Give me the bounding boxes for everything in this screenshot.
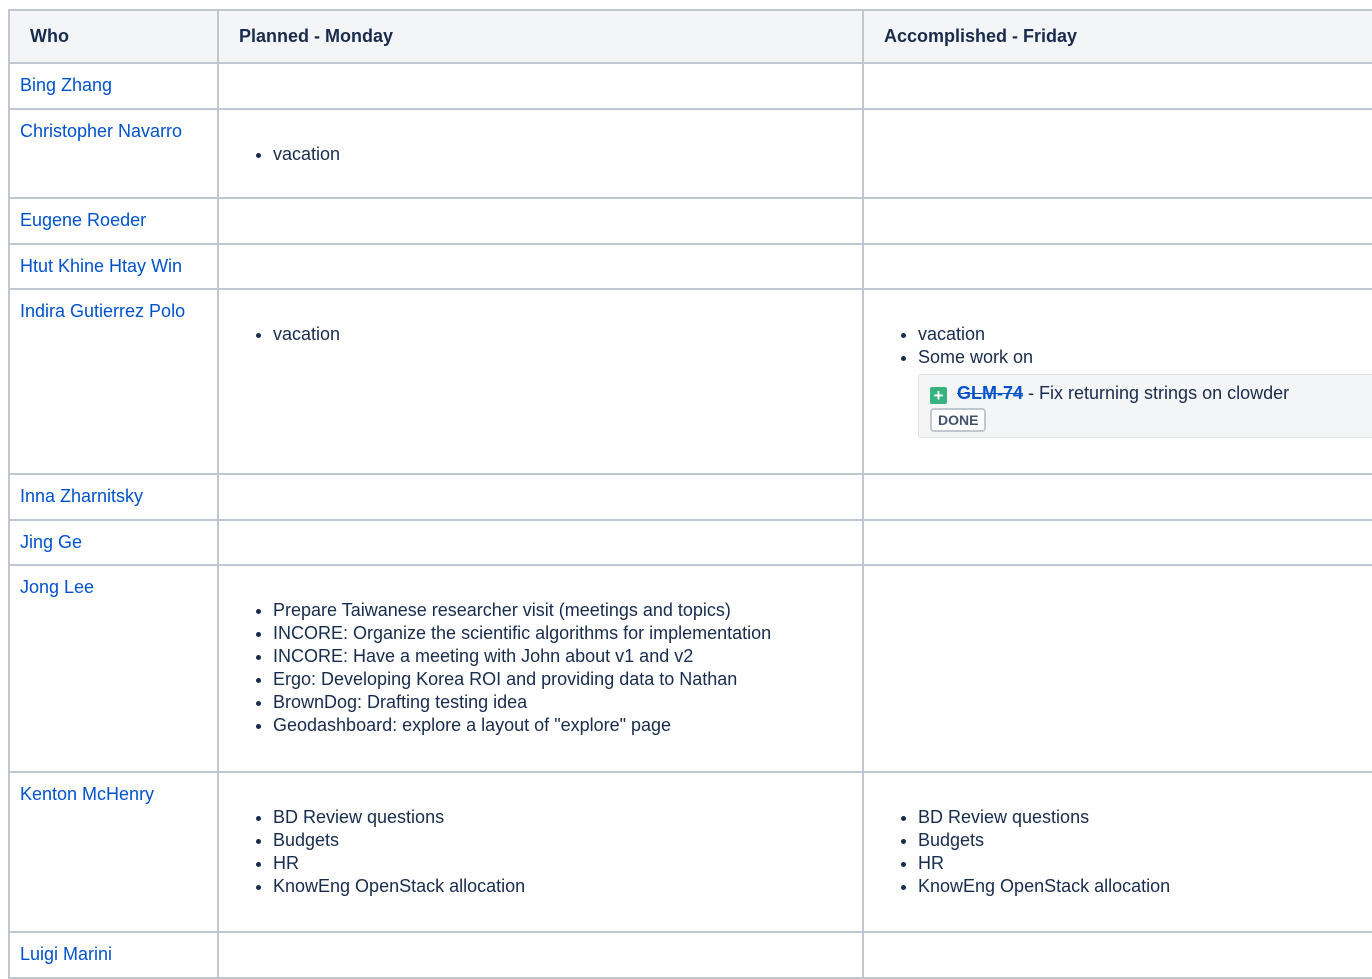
accomplished-cell	[862, 564, 1372, 773]
person-link[interactable]: Inna Zharnitsky	[20, 486, 143, 506]
who-cell: Kenton McHenry	[8, 771, 219, 933]
planned-cell	[217, 473, 864, 521]
list-item: HR	[273, 852, 862, 875]
who-cell: Eugene Roeder	[8, 197, 219, 245]
who-cell: Inna Zharnitsky	[8, 473, 219, 521]
list-item: KnowEng OpenStack allocation	[273, 875, 862, 898]
list-item: BD Review questions	[273, 806, 862, 829]
person-link[interactable]: Eugene Roeder	[20, 210, 146, 230]
planned-list: vacation	[219, 290, 862, 346]
accomplished-list: vacation Some work on	[864, 290, 1372, 369]
planned-cell	[217, 62, 864, 110]
who-cell: Indira Gutierrez Polo	[8, 288, 219, 475]
planned-cell: vacation	[217, 288, 864, 475]
list-item: KnowEng OpenStack allocation	[918, 875, 1372, 898]
list-item: vacation	[273, 143, 862, 166]
planned-cell	[217, 519, 864, 566]
table-row: Christopher Navarro vacation	[8, 108, 1372, 199]
column-header-accomplished: Accomplished - Friday	[862, 9, 1372, 64]
list-item: vacation	[273, 323, 862, 346]
list-item: BD Review questions	[918, 806, 1372, 829]
person-link[interactable]: Luigi Marini	[20, 944, 112, 964]
jira-issue-line: + GLM-74 - Fix returning strings on clowd…	[930, 380, 1367, 406]
list-item: INCORE: Have a meeting with John about v…	[273, 645, 862, 668]
header-row: Who Planned - Monday Accomplished - Frid…	[8, 9, 1372, 64]
table-row: Luigi Marini	[8, 931, 1372, 979]
accomplished-cell	[862, 108, 1372, 199]
list-item: vacation	[918, 323, 1372, 346]
who-cell: Bing Zhang	[8, 62, 219, 110]
planned-cell: Prepare Taiwanese researcher visit (meet…	[217, 564, 864, 773]
column-header-planned: Planned - Monday	[217, 9, 864, 64]
list-item: INCORE: Organize the scientific algorith…	[273, 622, 862, 645]
who-cell: Luigi Marini	[8, 931, 219, 979]
list-item: BrownDog: Drafting testing idea	[273, 691, 862, 714]
who-cell: Jing Ge	[8, 519, 219, 566]
accomplished-cell	[862, 62, 1372, 110]
person-link[interactable]: Indira Gutierrez Polo	[20, 301, 185, 321]
planned-cell	[217, 197, 864, 245]
status-badge: DONE	[930, 408, 987, 432]
jira-issue-macro: + GLM-74 - Fix returning strings on clowd…	[918, 374, 1372, 438]
accomplished-cell	[862, 519, 1372, 566]
accomplished-cell: vacation Some work on + GLM-74 - Fix retu…	[862, 288, 1372, 475]
list-item: Budgets	[918, 829, 1372, 852]
table-row: Eugene Roeder	[8, 197, 1372, 245]
accomplished-cell	[862, 243, 1372, 290]
list-item: Ergo: Developing Korea ROI and providing…	[273, 668, 862, 691]
accomplished-list: BD Review questions Budgets HR KnowEng O…	[864, 773, 1372, 898]
table-row: Inna Zharnitsky	[8, 473, 1372, 521]
person-link[interactable]: Bing Zhang	[20, 75, 112, 95]
accomplished-cell: BD Review questions Budgets HR KnowEng O…	[862, 771, 1372, 933]
person-link[interactable]: Jing Ge	[20, 532, 82, 552]
person-link[interactable]: Htut Khine Htay Win	[20, 256, 182, 276]
planned-cell: BD Review questions Budgets HR KnowEng O…	[217, 771, 864, 933]
table-row: Jing Ge	[8, 519, 1372, 566]
accomplished-cell	[862, 473, 1372, 521]
list-item: Prepare Taiwanese researcher visit (meet…	[273, 599, 862, 622]
who-cell: Jong Lee	[8, 564, 219, 773]
accomplished-cell	[862, 931, 1372, 979]
planned-list: BD Review questions Budgets HR KnowEng O…	[219, 773, 862, 898]
planned-list: vacation	[219, 110, 862, 166]
table-row: Bing Zhang	[8, 62, 1372, 110]
jira-issue-key-link[interactable]: GLM-74	[957, 383, 1023, 403]
table-row: Htut Khine Htay Win	[8, 243, 1372, 290]
table-row: Jong Lee Prepare Taiwanese researcher vi…	[8, 564, 1372, 773]
person-link[interactable]: Kenton McHenry	[20, 784, 154, 804]
accomplished-cell	[862, 197, 1372, 245]
story-type-icon: +	[930, 387, 947, 404]
table-row: Indira Gutierrez Polo vacation vacation …	[8, 288, 1372, 475]
list-item: Some work on	[918, 346, 1372, 369]
status-table: Who Planned - Monday Accomplished - Frid…	[8, 9, 1372, 979]
planned-cell: vacation	[217, 108, 864, 199]
who-cell: Christopher Navarro	[8, 108, 219, 199]
table-row: Kenton McHenry BD Review questions Budge…	[8, 771, 1372, 933]
column-header-who: Who	[8, 9, 219, 64]
planned-cell	[217, 931, 864, 979]
list-item: Budgets	[273, 829, 862, 852]
person-link[interactable]: Christopher Navarro	[20, 121, 182, 141]
person-link[interactable]: Jong Lee	[20, 577, 94, 597]
jira-issue-summary: - Fix returning strings on clowder	[1023, 383, 1290, 403]
list-item: Geodashboard: explore a layout of "explo…	[273, 714, 862, 737]
planned-list: Prepare Taiwanese researcher visit (meet…	[219, 566, 862, 737]
planned-cell	[217, 243, 864, 290]
list-item: HR	[918, 852, 1372, 875]
status-table-wrapper: Who Planned - Monday Accomplished - Frid…	[8, 9, 1372, 979]
who-cell: Htut Khine Htay Win	[8, 243, 219, 290]
